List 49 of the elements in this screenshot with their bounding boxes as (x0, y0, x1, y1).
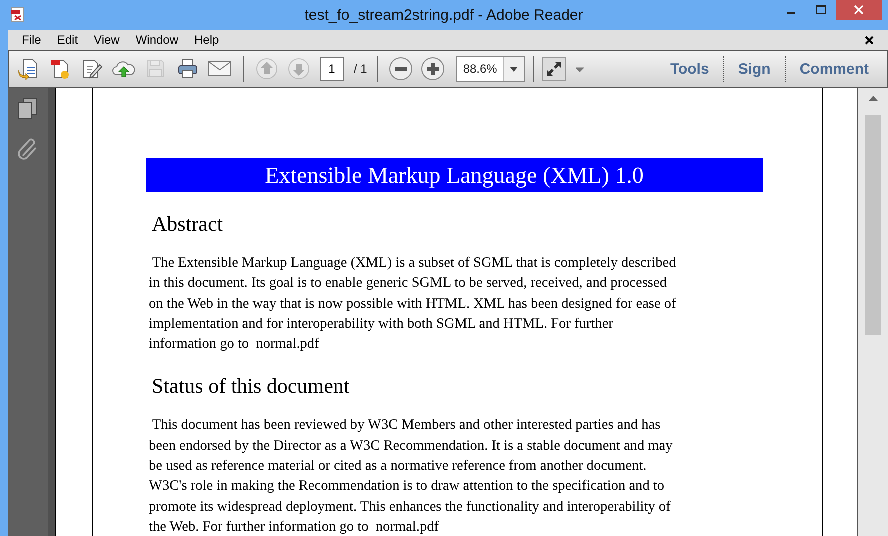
paragraph-line: in this document. Its goal is to enable generic SGML to be served, received, and processed (149, 274, 668, 294)
menu-item[interactable]: File (14, 33, 50, 47)
pdf-app-icon (10, 7, 26, 23)
paragraph-line: W3C's role in making the Recommendation is to draw attention to the specification and to (149, 477, 666, 496)
caret-icon[interactable] (576, 66, 584, 72)
close-icon (854, 5, 864, 15)
scrollbar[interactable] (857, 88, 888, 536)
panel-tab[interactable]: Comment (786, 60, 883, 78)
paragraph-line: This document has been reviewed by W3C Members and other interested parties and has (151, 416, 662, 436)
minimize-icon (787, 12, 795, 14)
arrow-down-icon (288, 58, 310, 80)
menu-item[interactable]: View (86, 33, 128, 47)
page-total: / 1 (354, 62, 368, 76)
paragraph-line: the Web. For further information go to normal.pdf (149, 518, 440, 536)
section-heading: Abstract (152, 212, 224, 237)
arrow-up-icon (868, 96, 878, 101)
paragraph-line: implementation and for interoperability with both SGML and HTML. For further (149, 314, 614, 334)
page-number-field[interactable]: 1 (320, 57, 344, 81)
paragraph-line: on the Web in the way that is now possible with HTML. XML has been designed for ease of (149, 294, 678, 314)
paragraph-line: The Extensible Markup Language (XML) is a subset of SGML that is completely described (151, 254, 678, 273)
expand-arrows-icon (546, 61, 562, 77)
paragraph-line: be used as reference material or cited as a normative reference from another document. (149, 457, 648, 476)
envelope-icon (208, 60, 232, 78)
caret-icon (510, 66, 518, 72)
paperclip-icon[interactable] (17, 138, 39, 160)
menu-item[interactable]: Window (128, 33, 187, 47)
plus-icon (421, 57, 446, 81)
document-arrow-icon (17, 58, 39, 80)
panel-tab[interactable]: Sign (724, 60, 785, 78)
menu-item[interactable]: Help (186, 33, 228, 47)
panel-tab[interactable]: Tools (656, 60, 724, 78)
scrollbar-thumb[interactable] (865, 115, 881, 335)
document-pen-icon (81, 58, 103, 80)
section-heading: Status of this document (152, 374, 351, 400)
pages-icon[interactable] (18, 98, 38, 120)
minus-icon (389, 57, 414, 81)
maximize-icon (816, 5, 826, 15)
arrow-up-icon (256, 58, 278, 80)
printer-icon (177, 58, 199, 80)
close-button[interactable] (836, 0, 882, 20)
full-screen-button[interactable] (542, 57, 566, 81)
zoom-dropdown[interactable]: 88.6% (456, 56, 526, 82)
document-title: Extensible Markup Language (XML) 1.0 (146, 158, 763, 192)
paragraph-line: information go to normal.pdf (149, 335, 320, 354)
paragraph-line: promote its widespread deployment. This enhances the functionality and interoperability of (149, 498, 672, 517)
close-icon[interactable] (865, 36, 874, 44)
paragraph-line: been endorsed by the Director as a W3C Recommendation. It is a stable document and may (149, 436, 674, 456)
menu-item[interactable]: Edit (49, 33, 86, 47)
window-title: test_fo_stream2string.pdf - Adobe Reader (304, 6, 584, 24)
